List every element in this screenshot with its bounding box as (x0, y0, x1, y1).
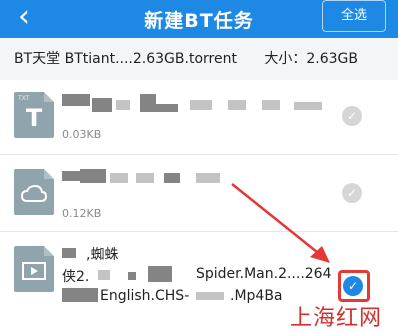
watermark: 上海红网 (290, 306, 383, 331)
highlight-box (338, 270, 370, 302)
